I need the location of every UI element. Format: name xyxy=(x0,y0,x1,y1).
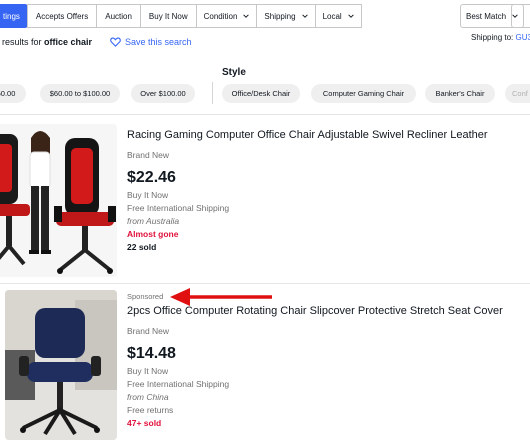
save-search-link[interactable]: Save this search xyxy=(110,37,192,47)
gaming-chair-photo xyxy=(0,124,117,277)
chip-divider xyxy=(212,82,213,104)
listing-title-link[interactable]: 2pcs Office Computer Rotating Chair Slip… xyxy=(127,305,503,317)
sponsored-label: Sponsored xyxy=(127,292,164,301)
results-summary: results for office chair xyxy=(2,37,92,47)
shipping-to-location-link[interactable]: GU3 xyxy=(515,33,530,42)
results-prefix: results for xyxy=(2,37,45,47)
shipping-dropdown-label: Shipping xyxy=(264,11,296,21)
listing-urgency-badge: Almost gone xyxy=(127,229,179,239)
listing-price: $22.46 xyxy=(127,169,176,186)
price-chip-over-100[interactable]: Over $100.00 xyxy=(131,84,195,103)
listing-shipping: Free International Shipping xyxy=(127,379,230,389)
filter-bar: tings Accepts Offers Auction Buy It Now … xyxy=(0,4,362,28)
shipping-to: Shipping to: GU3 xyxy=(471,33,530,42)
listing-image-gaming-chairs[interactable] xyxy=(0,124,117,277)
red-arrow-annotation xyxy=(170,288,272,306)
shipping-dropdown[interactable]: Shipping xyxy=(256,4,316,28)
local-dropdown-label: Local xyxy=(322,11,342,21)
price-chip-60-to-100[interactable]: $60.00 to $100.00 xyxy=(40,84,120,103)
style-chip-bankers-chair[interactable]: Banker's Chair xyxy=(425,84,495,103)
sort-dropdown-label: Best Match xyxy=(466,11,507,21)
listing-condition: Brand New xyxy=(127,326,170,336)
chevron-down-icon xyxy=(301,14,308,18)
listing-format: Buy It Now xyxy=(127,190,169,200)
listing-format: Buy It Now xyxy=(127,366,169,376)
listing-price: $14.48 xyxy=(127,345,176,362)
save-search-label: Save this search xyxy=(125,37,192,47)
divider xyxy=(0,114,530,115)
listing-sold-count: 47+ sold xyxy=(127,418,162,428)
listing-shipping: Free International Shipping xyxy=(127,203,230,213)
style-heading: Style xyxy=(222,67,246,78)
shipping-to-label: Shipping to: xyxy=(471,33,516,42)
heart-icon xyxy=(110,37,121,47)
listing-sold-count: 22 sold xyxy=(127,242,157,252)
style-chip-conference[interactable]: Conf xyxy=(505,84,530,103)
filter-all-listings-tab[interactable]: tings xyxy=(0,4,28,28)
search-query: office chair xyxy=(44,37,93,47)
style-chip-computer-gaming-chair[interactable]: Computer Gaming Chair xyxy=(311,84,416,103)
filter-buy-it-now[interactable]: Buy It Now xyxy=(139,4,197,28)
chevron-down-icon xyxy=(347,14,354,18)
filter-accepts-offers[interactable]: Accepts Offers xyxy=(26,4,98,28)
listing-image-chair-cover[interactable] xyxy=(5,290,117,440)
local-dropdown[interactable]: Local xyxy=(314,4,362,28)
divider xyxy=(0,283,530,284)
condition-dropdown-label: Condition xyxy=(203,11,238,21)
condition-dropdown[interactable]: Condition xyxy=(195,4,258,28)
style-chip-office-desk-chair[interactable]: Office/Desk Chair xyxy=(222,84,300,103)
listing-origin: from Australia xyxy=(127,216,180,226)
chevron-down-icon xyxy=(243,14,250,18)
listing-origin: from China xyxy=(127,392,169,402)
filter-auction[interactable]: Auction xyxy=(96,4,141,28)
listing-returns: Free returns xyxy=(127,405,174,415)
listing-condition: Brand New xyxy=(127,150,170,160)
office-chair-photo xyxy=(5,290,117,440)
price-chip-under-60[interactable]: 60.00 xyxy=(0,84,26,103)
view-toggle-button[interactable] xyxy=(511,4,530,28)
listing-title-link[interactable]: Racing Gaming Computer Office Chair Adju… xyxy=(127,129,488,141)
